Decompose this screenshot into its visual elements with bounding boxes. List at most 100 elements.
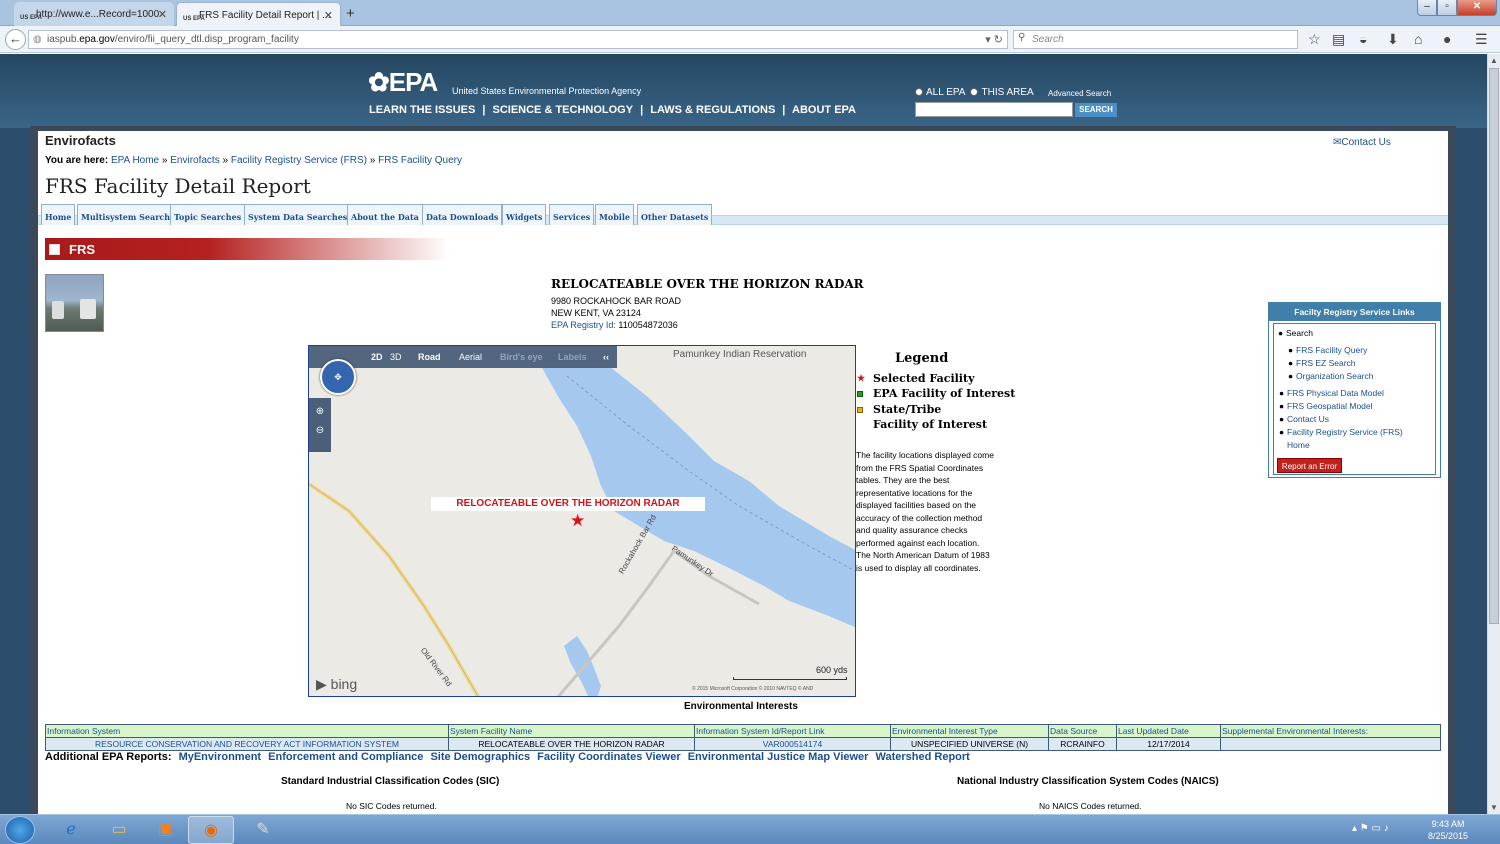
map-zoom-control: ⊕ ⊖ — [309, 398, 331, 452]
home-icon[interactable]: ⌂ — [1414, 31, 1422, 47]
url-host: epa.gov — [79, 34, 115, 45]
frs-links-box: Facilty Registry Service Links ● Search ●… — [1268, 302, 1441, 478]
pocket-icon[interactable]: ◒ — [1359, 31, 1367, 47]
link-coordinates-viewer[interactable]: Facility Coordinates Viewer — [537, 751, 680, 763]
zoom-out-icon[interactable]: ⊖ — [309, 425, 331, 436]
report-error-button[interactable]: Report an Error — [1277, 458, 1342, 473]
breadcrumb: You are here: EPA Home » Envirofacts » F… — [45, 155, 463, 166]
map-mode-2d[interactable]: 2D — [371, 352, 383, 362]
firefox-icon[interactable]: ◉ — [188, 816, 234, 844]
epa-search-input[interactable] — [915, 102, 1073, 117]
col-interest-type: Environmental Interest Type — [890, 724, 1049, 738]
map-labels-toggle[interactable]: Labels — [558, 352, 587, 362]
map-mode-3d[interactable]: 3D — [390, 352, 402, 362]
link-physical-data-model[interactable]: ● FRS Physical Data Model — [1279, 388, 1384, 398]
crumb-frs-query[interactable]: FRS Facility Query — [378, 155, 462, 166]
link-frs-home[interactable]: ● Facility Registry Service (FRS) — [1279, 427, 1403, 437]
crumb-epa-home[interactable]: EPA Home — [111, 155, 159, 166]
map-mode-aerial[interactable]: Aerial — [459, 352, 482, 362]
chat-icon[interactable]: ● — [1443, 31, 1451, 47]
nav-learn-issues[interactable]: LEARN THE ISSUES — [369, 104, 475, 116]
media-player-icon[interactable]: ▣ — [142, 816, 188, 844]
link-frs-home-cont[interactable]: Home — [1287, 440, 1310, 450]
maximize-button[interactable]: ▫ — [1437, 0, 1457, 16]
web-page: ✿EPA United States Environmental Protect… — [0, 54, 1487, 814]
reading-list-icon[interactable]: ▤ — [1332, 31, 1345, 48]
tab-about-the-data[interactable]: About the Data — [347, 204, 423, 225]
tab-widgets[interactable]: Widgets — [502, 204, 547, 225]
bookmark-star-icon[interactable]: ☆ — [1308, 31, 1321, 48]
url-bar[interactable]: ◍ iaspub.epa.gov/enviro/fii_query_dtl.di… — [28, 30, 1008, 49]
nav-about-epa[interactable]: ABOUT EPA — [792, 104, 856, 116]
tab-other-datasets[interactable]: Other Datasets — [637, 204, 713, 225]
scroll-thumb[interactable] — [1489, 68, 1499, 624]
contact-us-link[interactable]: ✉Contact Us — [1333, 137, 1391, 148]
col-facility-name: System Facility Name — [448, 724, 695, 738]
scroll-down-icon[interactable]: ▼ — [1490, 803, 1498, 812]
link-myenvironment[interactable]: MyEnvironment — [179, 751, 262, 763]
frs-section-bar: FRS — [45, 238, 450, 260]
additional-reports-label: Additional EPA Reports: — [45, 751, 172, 763]
tab-system-data-searches[interactable]: System Data Searches — [244, 204, 352, 225]
link-site-demographics[interactable]: Site Demographics — [430, 751, 530, 763]
tab-frs-report[interactable]: US EPAFRS Facility Detail Report | ... ✕ — [176, 2, 341, 26]
tab-topic-searches[interactable]: Topic Searches — [170, 204, 246, 225]
tab-record[interactable]: US EPAhttp://www.e...Record=1000 ✕ — [14, 2, 174, 26]
browser-search-input[interactable]: ⚲ Search — [1013, 30, 1298, 49]
map-collapse-button[interactable]: ‹‹ — [603, 352, 609, 362]
map-mode-road[interactable]: Road — [418, 352, 441, 362]
link-frs-ez-search[interactable]: ● FRS EZ Search — [1288, 358, 1356, 368]
tab-multisystem-search[interactable]: Multisystem Search — [77, 204, 175, 225]
back-button[interactable]: ← — [5, 29, 26, 50]
crumb-envirofacts[interactable]: Envirofacts — [170, 155, 219, 166]
link-geospatial-model[interactable]: ● FRS Geospatial Model — [1279, 401, 1373, 411]
link-organization-search[interactable]: ● Organization Search — [1288, 371, 1374, 381]
registry-id-link[interactable]: EPA Registry Id: — [551, 320, 616, 330]
paint-icon[interactable]: ✎ — [240, 816, 286, 844]
search-icon: ⚲ — [1018, 32, 1026, 43]
link-contact-us[interactable]: ● Contact Us — [1279, 414, 1329, 424]
zoom-in-icon[interactable]: ⊕ — [309, 406, 331, 417]
tab-services[interactable]: Services — [549, 204, 595, 225]
link-watershed-report[interactable]: Watershed Report — [876, 751, 970, 763]
map-mode-birdseye[interactable]: Bird's eye — [500, 352, 543, 362]
nav-science-technology[interactable]: SCIENCE & TECHNOLOGY — [493, 104, 634, 116]
scroll-up-icon[interactable]: ▲ — [1490, 56, 1498, 65]
facility-map[interactable]: 2D 3D Road Aerial Bird's eye Labels ‹‹ P… — [308, 345, 856, 697]
menu-icon[interactable]: ☰ — [1475, 31, 1488, 48]
ie-icon[interactable]: ℯ — [48, 816, 94, 844]
minimize-button[interactable]: – — [1417, 0, 1437, 16]
reload-icon[interactable]: ▾ ↻ — [985, 33, 1003, 46]
link-ej-map-viewer[interactable]: Environmental Justice Map Viewer — [688, 751, 869, 763]
download-icon[interactable]: ⬇ — [1387, 31, 1399, 48]
clock[interactable]: 9:43 AM 8/25/2015 — [1428, 818, 1468, 842]
scope-area-radio[interactable] — [970, 88, 979, 96]
link-enforcement[interactable]: Enforcement and Compliance — [268, 751, 423, 763]
tab-data-downloads[interactable]: Data Downloads — [422, 204, 503, 225]
scope-all-radio[interactable] — [915, 88, 923, 96]
legend-state-tribe: State/Tribe — [857, 403, 941, 416]
selected-facility-star-icon[interactable]: ★ — [570, 511, 585, 531]
cell-information-system-link[interactable]: RESOURCE CONSERVATION AND RECOVERY ACT I… — [45, 737, 449, 751]
advanced-search-link[interactable]: Advanced Search — [1048, 89, 1111, 98]
map-label-reservation: Pamunkey Indian Reservation — [673, 349, 807, 360]
new-tab-button[interactable]: + — [346, 5, 355, 22]
close-tab-icon[interactable]: ✕ — [158, 8, 167, 21]
link-frs-facility-query[interactable]: ● FRS Facility Query — [1288, 345, 1367, 355]
cell-report-link[interactable]: VAR000514174 — [694, 737, 891, 751]
nav-laws-regulations[interactable]: LAWS & REGULATIONS — [650, 104, 775, 116]
system-tray-icons[interactable]: ▴ ⚑ ▭ ♪ — [1352, 823, 1389, 834]
tab-home[interactable]: Home — [41, 204, 76, 225]
map-pan-control[interactable]: ✥ — [320, 359, 356, 395]
epa-search-button[interactable]: SEARCH — [1075, 103, 1117, 117]
close-window-button[interactable]: ✕ — [1457, 0, 1497, 16]
epa-favicon: US EPA — [20, 15, 42, 21]
page-scrollbar[interactable]: ▲ ▼ — [1487, 54, 1500, 814]
explorer-icon[interactable]: ▭ — [96, 816, 142, 844]
start-button[interactable] — [5, 816, 35, 844]
tab-mobile[interactable]: Mobile — [595, 204, 634, 225]
crumb-frs[interactable]: Facility Registry Service (FRS) — [231, 155, 367, 166]
col-supplemental: Supplemental Environmental Interests: — [1220, 724, 1441, 738]
epa-logo[interactable]: ✿EPA — [368, 67, 438, 98]
close-tab-icon[interactable]: ✕ — [324, 9, 333, 22]
